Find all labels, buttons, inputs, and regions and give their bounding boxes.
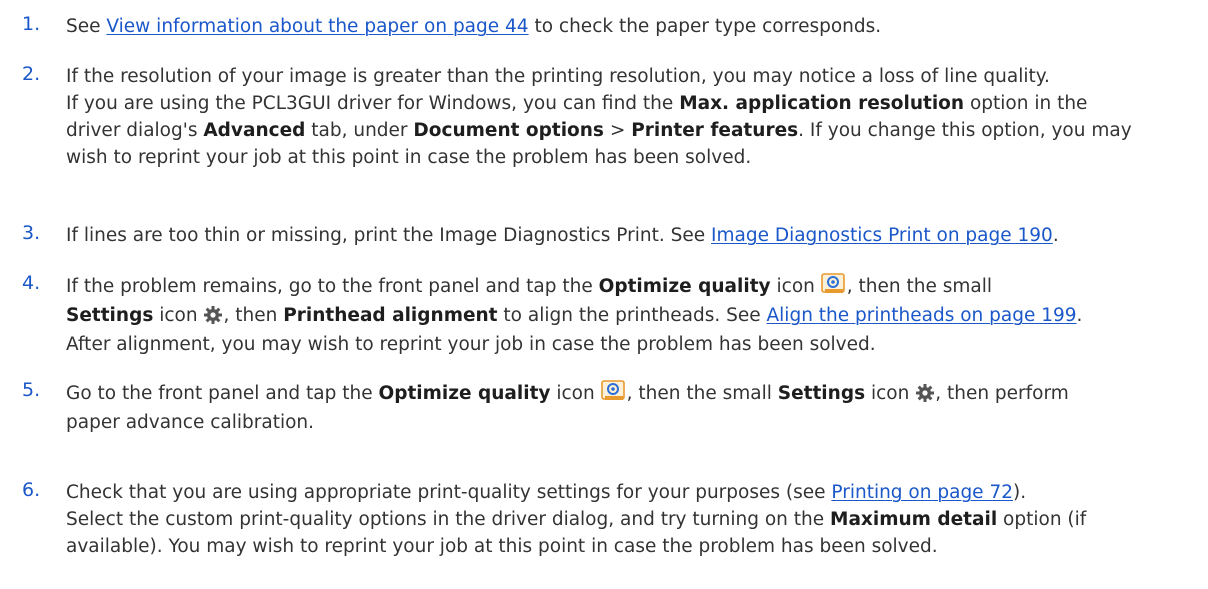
- text: , then the small: [846, 276, 992, 297]
- step-number: 1.: [22, 13, 41, 35]
- text: Check that you are using appropriate pri…: [66, 482, 832, 503]
- step-number: 3.: [22, 222, 41, 244]
- link-align-printheads[interactable]: Align the printheads on page 199: [767, 305, 1077, 326]
- settings-gear-icon: [915, 383, 935, 403]
- text: icon: [865, 383, 916, 404]
- emphasis: Advanced: [203, 120, 306, 141]
- step-number: 4.: [22, 272, 41, 294]
- text: .: [1052, 225, 1059, 246]
- settings-gear-icon: [203, 305, 223, 325]
- text: After alignment, you may wish to reprint…: [66, 334, 876, 355]
- optimize-quality-icon: [820, 272, 847, 296]
- text: If you are using the PCL3GUI driver for …: [66, 93, 680, 114]
- emphasis: Settings: [66, 305, 154, 326]
- text: tab, under: [305, 120, 414, 141]
- text: ).: [1013, 482, 1027, 503]
- link-printing[interactable]: Printing on page 72: [831, 482, 1013, 503]
- step-text: See View information about the paper on …: [66, 13, 1208, 40]
- link-image-diagnostics-print[interactable]: Image Diagnostics Print on page 190: [711, 225, 1053, 246]
- emphasis: Printhead alignment: [283, 305, 498, 326]
- text: icon: [153, 305, 204, 326]
- text: driver dialog's: [66, 120, 204, 141]
- text: wish to reprint your job at this point i…: [66, 147, 752, 168]
- emphasis: Max. application resolution: [679, 93, 965, 114]
- troubleshooting-steps: 1. See View information about the paper …: [0, 0, 1208, 589]
- emphasis: Maximum detail: [830, 509, 998, 530]
- text: , then perform: [935, 383, 1069, 404]
- link-paper-information[interactable]: View information about the paper on page…: [106, 16, 528, 37]
- text: icon: [550, 383, 601, 404]
- text: . If you change this option, you may: [798, 120, 1132, 141]
- text: See: [66, 16, 107, 37]
- text: paper advance calibration.: [66, 412, 315, 433]
- text: If the resolution of your image is great…: [66, 66, 1050, 87]
- step-number: 6.: [22, 479, 41, 501]
- text: .: [1076, 305, 1083, 326]
- text: icon: [770, 276, 821, 297]
- emphasis: Document options: [413, 120, 604, 141]
- emphasis: Printer features: [631, 120, 799, 141]
- emphasis: Optimize quality: [598, 276, 771, 297]
- text: Select the custom print-quality options …: [66, 509, 831, 530]
- text: option in the: [964, 93, 1088, 114]
- step-text: Go to the front panel and tap the Optimi…: [66, 379, 1208, 437]
- emphasis: Settings: [777, 383, 866, 404]
- step-text: If lines are too thin or missing, print …: [66, 222, 1208, 249]
- text: If lines are too thin or missing, print …: [66, 225, 712, 246]
- step-number: 5.: [22, 379, 41, 401]
- text: >: [603, 120, 632, 141]
- text: If the problem remains, go to the front …: [66, 276, 599, 297]
- text: option (if: [997, 509, 1087, 530]
- text: to align the printheads. See: [497, 305, 767, 326]
- optimize-quality-icon: [600, 379, 627, 403]
- text: Go to the front panel and tap the: [66, 383, 379, 404]
- step-text: If the problem remains, go to the front …: [66, 272, 1208, 359]
- text: available). You may wish to reprint your…: [66, 536, 938, 557]
- step-text: If the resolution of your image is great…: [66, 63, 1208, 171]
- step-number: 2.: [22, 63, 41, 85]
- text: , then: [223, 305, 284, 326]
- text: to check the paper type corresponds.: [528, 16, 882, 37]
- text: , then the small: [626, 383, 778, 404]
- step-text: Check that you are using appropriate pri…: [66, 479, 1208, 560]
- emphasis: Optimize quality: [378, 383, 551, 404]
